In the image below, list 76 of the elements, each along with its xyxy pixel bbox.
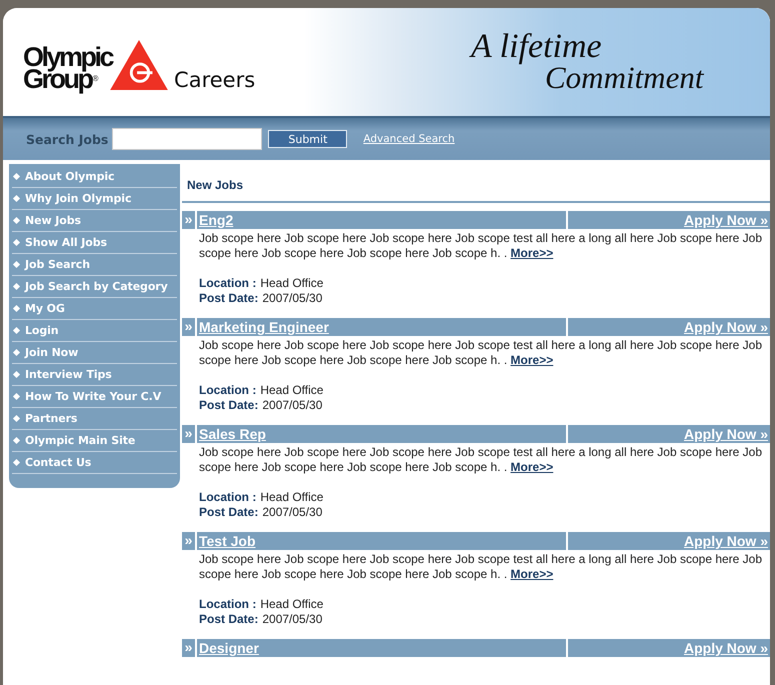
tagline-text: Commitment: [545, 63, 704, 93]
sidebar-link[interactable]: Contact Us: [25, 456, 92, 469]
diamond-bullet-icon: [12, 392, 20, 400]
post-date-value: 2007/05/30: [262, 291, 322, 305]
diamond-bullet-icon: [12, 436, 20, 444]
more-link[interactable]: More>>: [510, 353, 554, 367]
post-date-label: Post Date:: [199, 612, 258, 626]
diamond-bullet-icon: [12, 414, 20, 422]
diamond-bullet-icon: [12, 194, 20, 202]
location-value: Head Office: [260, 276, 324, 290]
location-value: Head Office: [260, 383, 324, 397]
location-label: Location :: [199, 490, 256, 504]
sidebar-link[interactable]: My OG: [25, 302, 65, 315]
diamond-bullet-icon: [12, 172, 20, 180]
job-title-link[interactable]: Eng2: [199, 212, 234, 228]
post-date-value: 2007/05/30: [262, 398, 322, 412]
apply-now-link[interactable]: Apply Now »: [684, 319, 768, 335]
sidebar-link[interactable]: Login: [25, 324, 59, 337]
job-title-link[interactable]: Test Job: [199, 533, 256, 549]
chevron-marker: »: [182, 532, 195, 550]
job-title-link[interactable]: Sales Rep: [199, 426, 266, 442]
registered-mark: ®: [92, 73, 98, 85]
location-value: Head Office: [260, 597, 324, 611]
diamond-bullet-icon: [12, 260, 20, 268]
sidebar-link[interactable]: Show All Jobs: [25, 236, 107, 249]
diamond-bullet-icon: [12, 348, 20, 356]
sidebar-link[interactable]: Interview Tips: [25, 368, 112, 381]
site-title: Careers: [174, 68, 256, 92]
advanced-search-link[interactable]: Advanced Search: [363, 133, 455, 145]
sidebar-link[interactable]: New Jobs: [25, 214, 81, 227]
job-title-link[interactable]: Designer: [199, 640, 259, 656]
apply-now-link[interactable]: Apply Now »: [684, 212, 768, 228]
location-label: Location :: [199, 383, 256, 397]
diamond-bullet-icon: [12, 370, 20, 378]
diamond-bullet-icon: [12, 238, 20, 246]
more-link[interactable]: More>>: [510, 567, 554, 581]
location-label: Location :: [199, 597, 256, 611]
chevron-marker: »: [182, 318, 195, 336]
sidebar-link[interactable]: About Olympic: [25, 170, 114, 183]
job-description: Job scope here Job scope here Job scope here Job scope test all here a long all here Job scope here Job scope here Job scope here Job scope here Job scope h. . More>>: [199, 445, 764, 475]
location-label: Location :: [199, 276, 256, 290]
diamond-bullet-icon: [12, 304, 20, 312]
chevron-marker: »: [182, 639, 195, 657]
sidebar-link[interactable]: Why Join Olympic: [25, 192, 132, 205]
job-description: Job scope here Job scope here Job scope here Job scope test all here a long all here Job scope here Job scope here Job scope here Job scope here Job scope h. . More>>: [199, 552, 764, 582]
tagline-text: A lifetime: [471, 31, 603, 63]
post-date-label: Post Date:: [199, 505, 258, 519]
chevron-marker: »: [182, 211, 195, 229]
sidebar-link[interactable]: How To Write Your C.V: [25, 390, 162, 403]
post-date-label: Post Date:: [199, 398, 258, 412]
post-date-value: 2007/05/30: [262, 505, 322, 519]
more-link[interactable]: More>>: [510, 246, 554, 260]
diamond-bullet-icon: [12, 326, 20, 334]
job-description: Job scope here Job scope here Job scope here Job scope test all here a long all here Job scope here Job scope here Job scope here Job scope here Job scope h. . More>>: [199, 231, 764, 261]
diamond-bullet-icon: [12, 282, 20, 290]
submit-button[interactable]: Submit: [268, 130, 348, 148]
search-label: Search Jobs: [26, 132, 108, 146]
sidebar-link[interactable]: Partners: [25, 412, 78, 425]
sidebar-link[interactable]: Join Now: [25, 346, 78, 359]
sidebar-link[interactable]: Job Search by Category: [25, 280, 168, 293]
more-link[interactable]: More>>: [510, 460, 554, 474]
search-field[interactable]: [112, 128, 262, 150]
post-date-label: Post Date:: [199, 291, 258, 305]
job-title-link[interactable]: Marketing Engineer: [199, 319, 329, 335]
job-description: Job scope here Job scope here Job scope here Job scope test all here a long all here Job scope here Job scope here Job scope here Job scope here Job scope h. . More>>: [199, 338, 764, 368]
post-date-value: 2007/05/30: [262, 612, 322, 626]
sidebar-link[interactable]: Job Search: [25, 258, 90, 271]
apply-now-link[interactable]: Apply Now »: [684, 426, 768, 442]
sidebar-link[interactable]: Olympic Main Site: [25, 434, 136, 447]
chevron-marker: »: [182, 425, 195, 443]
section-heading: New Jobs: [182, 164, 770, 203]
apply-now-link[interactable]: Apply Now »: [684, 640, 768, 656]
location-value: Head Office: [260, 490, 324, 504]
apply-now-link[interactable]: Apply Now »: [684, 533, 768, 549]
diamond-bullet-icon: [12, 458, 20, 466]
diamond-bullet-icon: [12, 216, 20, 224]
